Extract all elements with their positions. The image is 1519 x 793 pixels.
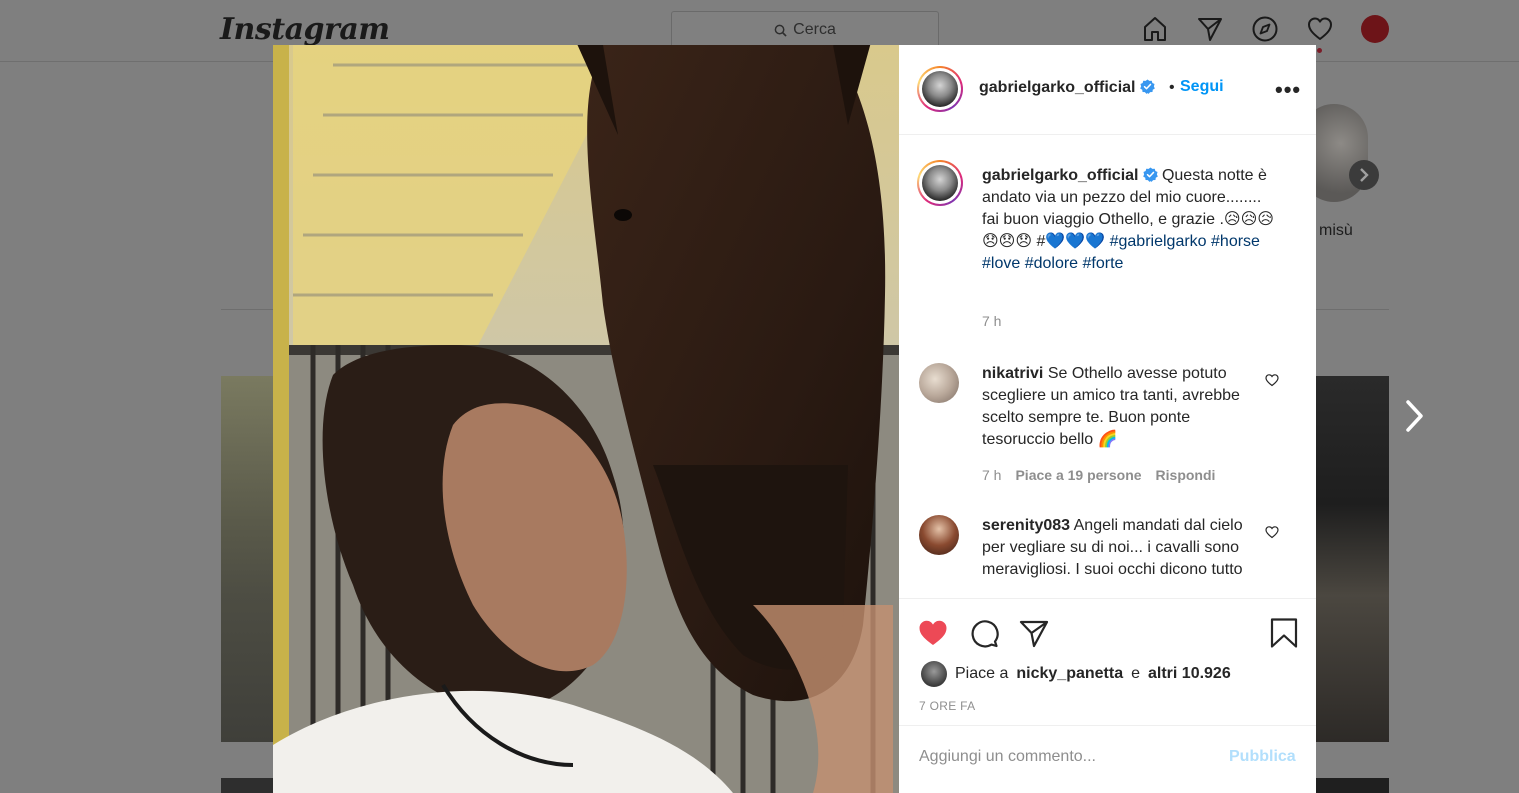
add-comment-bar: Pubblica [899, 725, 1316, 793]
comment-bubble-icon[interactable] [968, 617, 1000, 649]
likes-summary: Piace a nicky_panetta e altri 10.926 [921, 661, 1231, 687]
activity-heart-icon[interactable] [1305, 14, 1335, 53]
feed-tile-right [1316, 376, 1389, 742]
comment-like-heart-icon[interactable] [1265, 373, 1279, 387]
author-username[interactable]: gabrielgarko_official [979, 79, 1155, 97]
comment-item: serenity083 Angeli mandati dal cielo per… [899, 515, 1316, 598]
hashtag-link[interactable]: #dolore [1025, 255, 1078, 272]
commenter-username[interactable]: nikatrivi [982, 365, 1043, 382]
feed-tile-left [221, 376, 273, 742]
commenter-avatar[interactable] [919, 515, 959, 555]
chevron-right-icon [1360, 168, 1369, 182]
nav-icons [1140, 14, 1390, 53]
post-image-illustration [273, 45, 899, 793]
comment-reply-button[interactable]: Rispondi [1156, 467, 1216, 483]
likes-others-count[interactable]: altri 10.926 [1148, 665, 1231, 683]
like-heart-icon[interactable] [917, 617, 949, 649]
header-separator: • [1169, 79, 1175, 96]
post-detail-panel: gabrielgarko_official • Segui ••• gabrie… [899, 45, 1316, 793]
share-icon[interactable] [1018, 617, 1050, 649]
author-avatar-image [922, 71, 958, 107]
home-icon[interactable] [1140, 14, 1170, 44]
comment-text-block: nikatrivi Se Othello avesse potuto scegl… [982, 363, 1252, 451]
commenter-username[interactable]: serenity083 [982, 517, 1070, 534]
comment-time[interactable]: 7 h [982, 467, 1001, 483]
search-icon [774, 24, 787, 37]
more-options-icon[interactable]: ••• [1275, 77, 1301, 103]
comment-likes[interactable]: Piace a 19 persone [1015, 467, 1141, 483]
hashtag-link[interactable]: #horse [1211, 233, 1260, 250]
likes-prefix: Piace a [955, 665, 1009, 682]
instagram-logo[interactable]: Instagram [220, 12, 390, 47]
hashtag-link[interactable]: #forte [1083, 255, 1124, 272]
story-next-button[interactable] [1349, 160, 1379, 190]
author-username-text[interactable]: gabrielgarko_official [979, 79, 1136, 96]
post-timestamp[interactable]: 7 ORE FA [919, 699, 975, 713]
direct-icon[interactable] [1195, 14, 1225, 44]
comment-meta: 7 h Piace a 19 persone Rispondi [982, 467, 1215, 483]
profile-avatar[interactable] [1360, 14, 1390, 44]
verified-badge-icon [1139, 79, 1155, 94]
publish-button[interactable]: Pubblica [1229, 748, 1296, 766]
story-label: misù [1319, 222, 1353, 239]
search-placeholder: Cerca [793, 21, 836, 38]
hashtag-link[interactable]: #love [982, 255, 1020, 272]
verified-badge-icon [1142, 167, 1158, 182]
feed-tile-right-bottom [1316, 778, 1389, 793]
liker-avatar[interactable] [921, 661, 947, 687]
search-input[interactable]: Cerca [671, 11, 939, 49]
follow-button[interactable]: Segui [1180, 78, 1224, 96]
liker-username[interactable]: nicky_panetta [1016, 665, 1123, 683]
comment-input[interactable] [919, 748, 1219, 766]
commenter-avatar[interactable] [919, 363, 959, 403]
save-bookmark-icon[interactable] [1268, 617, 1300, 649]
notification-dot [1317, 48, 1322, 53]
comments-list[interactable]: nikatrivi Se Othello avesse potuto scegl… [899, 345, 1316, 598]
comment-like-heart-icon[interactable] [1265, 525, 1279, 539]
comment-text-block: serenity083 Angeli mandati dal cielo per… [982, 515, 1252, 581]
feed-tile-left-bottom [221, 778, 273, 793]
caption-author-avatar-image [922, 165, 958, 201]
caption-text-block: gabrielgarko_official Questa notte è and… [982, 165, 1282, 275]
caption-username[interactable]: gabrielgarko_official [982, 167, 1139, 184]
explore-icon[interactable] [1250, 14, 1280, 44]
comment-item: nikatrivi Se Othello avesse potuto scegl… [899, 363, 1316, 503]
next-post-arrow-icon[interactable] [1399, 396, 1429, 436]
caption-time[interactable]: 7 h [982, 313, 1001, 329]
hashtag-link[interactable]: #gabrielgarko [1110, 233, 1207, 250]
post-header: gabrielgarko_official • Segui ••• [899, 45, 1316, 135]
post-image[interactable] [273, 45, 899, 793]
post-actions: Piace a nicky_panetta e altri 10.926 7 O… [899, 598, 1316, 725]
caption-author-avatar[interactable] [917, 160, 963, 206]
profile-avatar-image [1361, 15, 1389, 43]
author-avatar[interactable] [917, 66, 963, 112]
likes-conjunction: e [1131, 665, 1140, 682]
